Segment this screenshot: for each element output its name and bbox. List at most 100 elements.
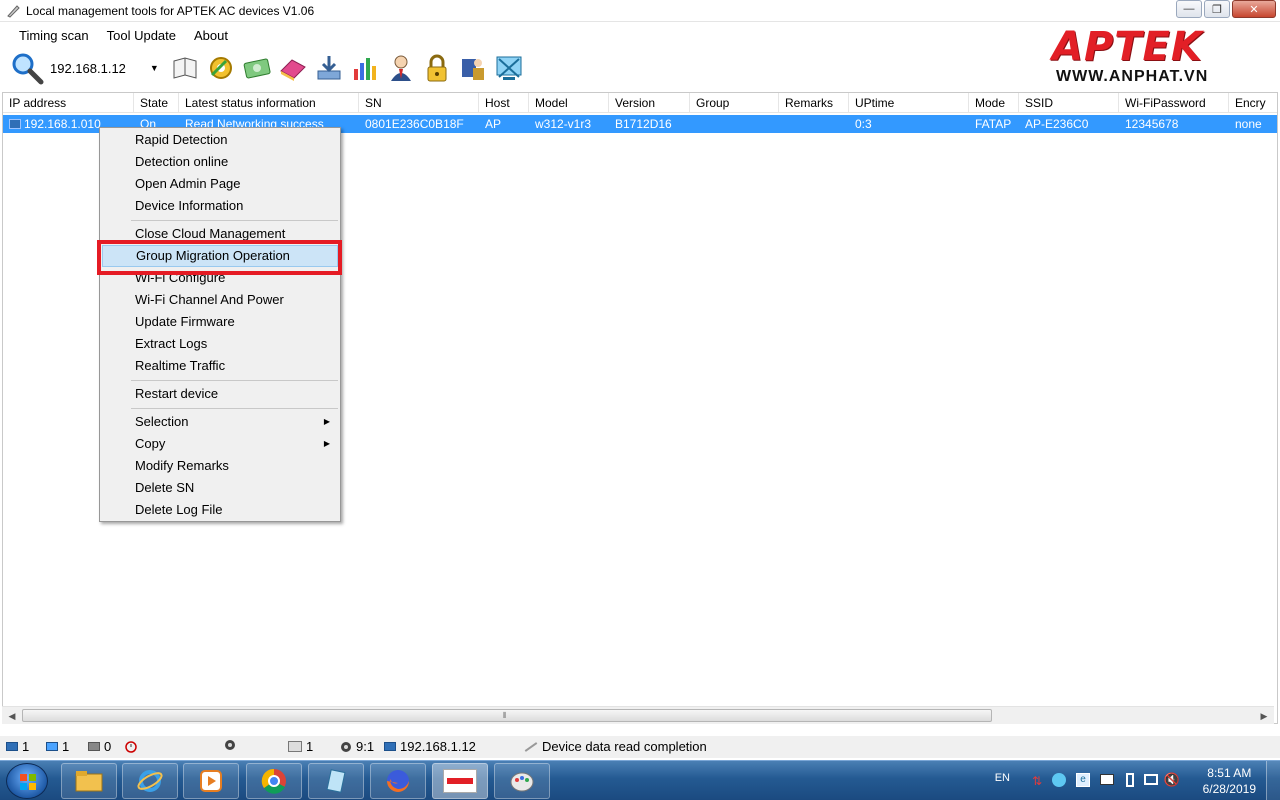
col-ssid[interactable]: SSID — [1019, 93, 1119, 113]
explorer-taskbar-button[interactable] — [61, 763, 117, 799]
firefox-icon — [387, 770, 409, 792]
context-menu: Rapid Detection Detection online Open Ad… — [99, 127, 341, 522]
search-icon[interactable] — [10, 51, 44, 85]
network-icon[interactable] — [1144, 774, 1158, 785]
maximize-button[interactable]: ❐ — [1204, 0, 1230, 18]
status-offline: 0 — [88, 739, 111, 754]
ie-tray-icon[interactable]: e — [1076, 773, 1090, 787]
col-state[interactable]: State — [134, 93, 179, 113]
aptek-logo: APTEK WWW.ANPHAT.VN — [1052, 26, 1272, 88]
menu-rapid-detection[interactable]: Rapid Detection — [102, 129, 338, 151]
menu-selection[interactable]: Selection ▶ — [102, 411, 338, 433]
col-host[interactable]: Host — [479, 93, 529, 113]
col-ip-address[interactable]: IP address — [3, 93, 134, 113]
scrollbar-thumb[interactable]: ⦀ — [22, 709, 992, 722]
skype-icon[interactable] — [1052, 773, 1066, 787]
paint-icon — [510, 772, 534, 792]
folder-icon — [75, 771, 103, 792]
language-indicator[interactable]: EN — [995, 772, 1010, 784]
cell-mode: FATAP — [975, 117, 1012, 131]
col-mode[interactable]: Mode — [969, 93, 1019, 113]
horizontal-scrollbar[interactable]: ◀ ⦀ ▶ — [2, 706, 1274, 724]
col-latest-status[interactable]: Latest status information — [179, 93, 359, 113]
close-button[interactable]: ✕ — [1232, 0, 1276, 18]
col-group[interactable]: Group — [690, 93, 779, 113]
chrome-taskbar-button[interactable] — [246, 763, 302, 799]
start-button[interactable] — [6, 763, 48, 799]
col-encryption[interactable]: Encry — [1229, 93, 1277, 113]
menu-device-information[interactable]: Device Information — [102, 195, 338, 217]
scroll-right-icon[interactable]: ▶ — [1257, 709, 1271, 723]
firefox-taskbar-button[interactable] — [370, 763, 426, 799]
ip-select[interactable]: 192.168.1.12 ▼ — [50, 61, 159, 76]
status-total: 1 — [6, 739, 29, 754]
eraser-icon[interactable] — [277, 52, 309, 84]
system-clock[interactable]: 8:51 AM 6/28/2019 — [1203, 765, 1256, 797]
table-header: IP address State Latest status informati… — [3, 93, 1277, 113]
menu-restart-device[interactable]: Restart device — [102, 383, 338, 405]
status-online: 1 — [46, 739, 69, 754]
menu-separator — [131, 380, 338, 381]
media-player-taskbar-button[interactable] — [183, 763, 239, 799]
menu-modify-remarks[interactable]: Modify Remarks — [102, 455, 338, 477]
lock-icon[interactable] — [421, 52, 453, 84]
cell-wifi-password: 12345678 — [1125, 117, 1179, 131]
status-ip: 192.168.1.12 — [384, 739, 476, 754]
col-sn[interactable]: SN — [359, 93, 479, 113]
status-count: 1 — [288, 739, 313, 754]
pen-icon — [524, 741, 538, 752]
col-remarks[interactable]: Remarks — [779, 93, 849, 113]
volume-muted-icon[interactable]: 🔇 — [1164, 772, 1180, 788]
paint-taskbar-button[interactable] — [494, 763, 550, 799]
menu-open-admin-page[interactable]: Open Admin Page — [102, 173, 338, 195]
battery-icon[interactable] — [1126, 773, 1134, 787]
network-activity-icon[interactable]: ⇅ — [1032, 774, 1042, 788]
notepad-taskbar-button[interactable] — [308, 763, 364, 799]
download-icon[interactable] — [313, 52, 345, 84]
menu-update-firmware[interactable]: Update Firmware — [102, 311, 338, 333]
bar-chart-icon[interactable] — [349, 52, 381, 84]
cell-uptime: 0:3 — [855, 117, 872, 131]
menu-separator — [131, 408, 338, 409]
people-icon[interactable] — [457, 52, 489, 84]
minimize-button[interactable]: — — [1176, 0, 1202, 18]
menu-delete-sn[interactable]: Delete SN — [102, 477, 338, 499]
aptek-tool-taskbar-button[interactable] — [432, 763, 488, 799]
display-icon[interactable] — [1100, 774, 1114, 785]
ip-select-value: 192.168.1.12 — [50, 60, 126, 76]
timer-icon — [341, 741, 351, 752]
user-icon[interactable] — [385, 52, 417, 84]
gear-icon[interactable] — [205, 52, 237, 84]
status-bar: 1 1 0 1 9:1 192.168.1.12 Device data rea… — [0, 736, 1280, 758]
chrome-icon — [261, 768, 286, 794]
cell-model: w312-v1r3 — [535, 117, 592, 131]
col-uptime[interactable]: UPtime — [849, 93, 969, 113]
status-ratio: 9:1 — [340, 739, 374, 754]
cell-ssid: AP-E236C0 — [1025, 117, 1089, 131]
notepad-icon — [326, 769, 346, 793]
clock-date: 6/28/2019 — [1202, 782, 1256, 796]
menu-about[interactable]: About — [185, 26, 237, 45]
aptek-app-icon — [443, 769, 477, 793]
col-model[interactable]: Model — [529, 93, 609, 113]
menu-timing-scan[interactable]: Timing scan — [10, 26, 98, 45]
col-wifi-password[interactable]: Wi-FiPassword — [1119, 93, 1229, 113]
show-desktop-button[interactable] — [1266, 761, 1280, 800]
device-icon — [9, 119, 21, 129]
menu-tool-update[interactable]: Tool Update — [98, 26, 185, 45]
chevron-down-icon[interactable]: ▼ — [150, 63, 159, 73]
menu-extract-logs[interactable]: Extract Logs — [102, 333, 338, 355]
menu-delete-log-file[interactable]: Delete Log File — [102, 499, 338, 521]
scroll-left-icon[interactable]: ◀ — [5, 709, 19, 723]
menu-detection-online[interactable]: Detection online — [102, 151, 338, 173]
ie-taskbar-button[interactable] — [122, 763, 178, 799]
logo-brand: APTEK — [1052, 24, 1203, 70]
taskbar: EN ⇅ e 🔇 8:51 AM 6/28/2019 — [0, 760, 1280, 800]
money-icon[interactable] — [241, 52, 273, 84]
network-icon[interactable] — [493, 52, 525, 84]
menu-copy[interactable]: Copy ▶ — [102, 433, 338, 455]
menu-realtime-traffic[interactable]: Realtime Traffic — [102, 355, 338, 377]
col-version[interactable]: Version — [609, 93, 690, 113]
menu-wifi-channel-power[interactable]: Wi-Fi Channel And Power — [102, 289, 338, 311]
book-icon[interactable] — [169, 52, 201, 84]
